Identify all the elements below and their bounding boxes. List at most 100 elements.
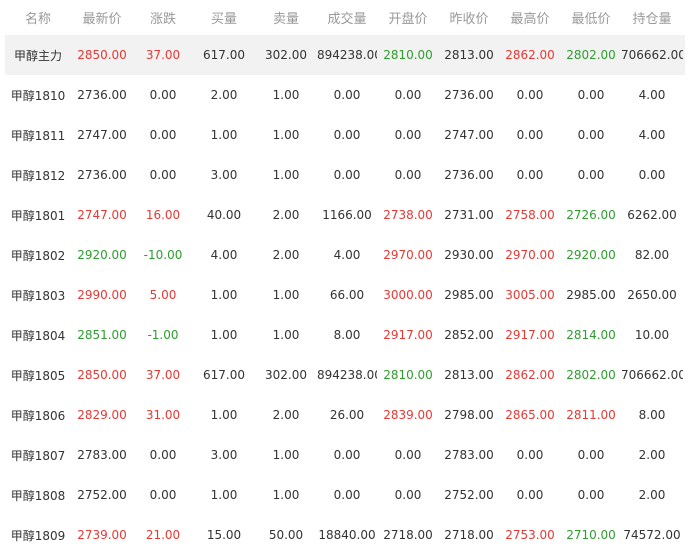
cell-change: 0.00 <box>149 488 177 502</box>
column-header-change[interactable]: 涨跌 <box>133 8 193 27</box>
cell-ask-volume: 1.00 <box>272 288 300 302</box>
column-header-prev-close[interactable]: 昨收价 <box>439 8 499 27</box>
table-row[interactable]: 甲醇1804 2851.00 -1.00 1.00 1.00 8.00 2917.00 285… <box>5 315 685 355</box>
cell-open: 2810.00 <box>383 48 433 62</box>
cell-high: 2753.00 <box>505 528 555 542</box>
cell-low: 0.00 <box>577 168 605 182</box>
cell-open: 0.00 <box>394 88 422 102</box>
cell-volume: 18840.00 <box>318 528 376 542</box>
cell-open: 2810.00 <box>383 368 433 382</box>
cell-last: 2829.00 <box>77 408 127 422</box>
cell-name: 甲醇1804 <box>10 328 66 343</box>
table-row[interactable]: 甲醇1803 2990.00 5.00 1.00 1.00 66.00 3000.00 298… <box>5 275 685 315</box>
cell-bid-volume: 617.00 <box>203 48 245 62</box>
column-header-bid-volume[interactable]: 买量 <box>193 8 255 27</box>
cell-name: 甲醇主力 <box>13 48 62 63</box>
cell-high: 2917.00 <box>505 328 555 342</box>
table-row[interactable]: 甲醇1801 2747.00 16.00 40.00 2.00 1166.00 2738.0… <box>5 195 685 235</box>
cell-prev-close: 2718.00 <box>444 528 494 542</box>
cell-open-interest: 4.00 <box>638 128 666 142</box>
cell-open: 3000.00 <box>383 288 433 302</box>
cell-prev-close: 2813.00 <box>444 48 494 62</box>
cell-high: 2970.00 <box>505 248 555 262</box>
column-header-open-interest[interactable]: 持仓量 <box>621 8 683 27</box>
cell-volume: 0.00 <box>333 168 361 182</box>
cell-high: 0.00 <box>516 488 544 502</box>
cell-change: 31.00 <box>145 408 181 422</box>
cell-volume: 8.00 <box>333 328 361 342</box>
cell-volume: 66.00 <box>329 288 365 302</box>
column-header-ask-volume[interactable]: 卖量 <box>255 8 317 27</box>
cell-name: 甲醇1812 <box>10 168 66 183</box>
cell-open-interest: 6262.00 <box>627 208 677 222</box>
cell-open-interest: 2.00 <box>638 488 666 502</box>
table-row[interactable]: 甲醇1810 2736.00 0.00 2.00 1.00 0.00 0.00 2736.00… <box>5 75 685 115</box>
column-header-low[interactable]: 最低价 <box>561 8 621 27</box>
cell-last: 2850.00 <box>77 368 127 382</box>
cell-prev-close: 2731.00 <box>444 208 494 222</box>
cell-name: 甲醇1809 <box>10 528 66 543</box>
cell-last: 2736.00 <box>77 168 127 182</box>
cell-volume: 894238.00 <box>317 368 377 382</box>
cell-name: 甲醇1801 <box>10 208 66 223</box>
column-header-volume[interactable]: 成交量 <box>317 8 377 27</box>
cell-prev-close: 2736.00 <box>444 168 494 182</box>
cell-ask-volume: 1.00 <box>272 128 300 142</box>
cell-last: 2783.00 <box>77 448 127 462</box>
cell-open: 2738.00 <box>383 208 433 222</box>
cell-ask-volume: 1.00 <box>272 168 300 182</box>
cell-prev-close: 2985.00 <box>444 288 494 302</box>
column-header-name[interactable]: 名称 <box>5 8 71 27</box>
cell-name: 甲醇1806 <box>10 408 66 423</box>
cell-ask-volume: 1.00 <box>272 448 300 462</box>
cell-prev-close: 2752.00 <box>444 488 494 502</box>
cell-high: 2862.00 <box>505 368 555 382</box>
cell-change: 21.00 <box>145 528 181 542</box>
cell-high: 2862.00 <box>505 48 555 62</box>
cell-name: 甲醇1805 <box>10 368 66 383</box>
cell-ask-volume: 50.00 <box>268 528 304 542</box>
cell-open: 2970.00 <box>383 248 433 262</box>
cell-last: 2739.00 <box>77 528 127 542</box>
cell-name: 甲醇1808 <box>10 488 66 503</box>
table-row[interactable]: 甲醇1811 2747.00 0.00 1.00 1.00 0.00 0.00 2747.00… <box>5 115 685 155</box>
table-row[interactable]: 甲醇1812 2736.00 0.00 3.00 1.00 0.00 0.00 2736.00… <box>5 155 685 195</box>
table-row[interactable]: 甲醇1808 2752.00 0.00 1.00 1.00 0.00 0.00 2752.00… <box>5 475 685 515</box>
column-header-last[interactable]: 最新价 <box>71 8 133 27</box>
column-header-high[interactable]: 最高价 <box>499 8 561 27</box>
column-header-open[interactable]: 开盘价 <box>377 8 439 27</box>
cell-volume: 0.00 <box>333 128 361 142</box>
cell-change: 0.00 <box>149 448 177 462</box>
cell-open: 0.00 <box>394 128 422 142</box>
cell-open: 2718.00 <box>383 528 433 542</box>
cell-low: 2985.00 <box>566 288 616 302</box>
cell-prev-close: 2852.00 <box>444 328 494 342</box>
cell-ask-volume: 2.00 <box>272 208 300 222</box>
table-row[interactable]: 甲醇1809 2739.00 21.00 15.00 50.00 18840.00 2718… <box>5 515 685 555</box>
cell-prev-close: 2736.00 <box>444 88 494 102</box>
cell-open-interest: 8.00 <box>638 408 666 422</box>
table-row[interactable]: 甲醇主力 2850.00 37.00 617.00 302.00 894238.00 281… <box>5 35 685 75</box>
cell-last: 2736.00 <box>77 88 127 102</box>
cell-low: 2811.00 <box>566 408 616 422</box>
cell-prev-close: 2783.00 <box>444 448 494 462</box>
table-row[interactable]: 甲醇1805 2850.00 37.00 617.00 302.00 894238.00 2… <box>5 355 685 395</box>
cell-open: 0.00 <box>394 488 422 502</box>
cell-high: 2865.00 <box>505 408 555 422</box>
cell-ask-volume: 302.00 <box>265 368 307 382</box>
cell-volume: 0.00 <box>333 448 361 462</box>
table-row[interactable]: 甲醇1807 2783.00 0.00 3.00 1.00 0.00 0.00 2783.00… <box>5 435 685 475</box>
cell-bid-volume: 3.00 <box>210 168 238 182</box>
cell-bid-volume: 3.00 <box>210 448 238 462</box>
table-row[interactable]: 甲醇1802 2920.00 -10.00 4.00 2.00 4.00 2970.00 29… <box>5 235 685 275</box>
cell-name: 甲醇1802 <box>10 248 66 263</box>
cell-bid-volume: 15.00 <box>206 528 242 542</box>
cell-volume: 1166.00 <box>322 208 372 222</box>
table-row[interactable]: 甲醇1806 2829.00 31.00 1.00 2.00 26.00 2839.00 27… <box>5 395 685 435</box>
cell-high: 0.00 <box>516 448 544 462</box>
cell-open: 0.00 <box>394 448 422 462</box>
cell-open-interest: 10.00 <box>634 328 670 342</box>
cell-ask-volume: 2.00 <box>272 408 300 422</box>
cell-open-interest: 706662.00 <box>621 48 683 62</box>
cell-prev-close: 2747.00 <box>444 128 494 142</box>
